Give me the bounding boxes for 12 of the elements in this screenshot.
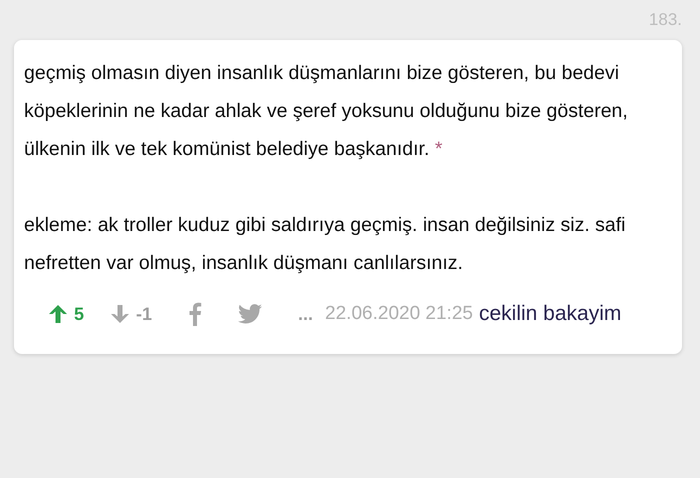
entry-date: 22.06.2020 21:25: [325, 303, 473, 325]
facebook-icon[interactable]: [188, 302, 202, 326]
author-link[interactable]: cekilin bakayim: [478, 302, 622, 326]
downvote-button[interactable]: -1: [110, 304, 152, 324]
reference-link[interactable]: *: [434, 138, 442, 160]
entry-paragraph: ekleme: ak troller kuduz gibi saldırıya geçmiş. insan değilsiniz siz. safi nefretten var olmuş, insanlık düşmanı canlılarsınız.: [24, 213, 627, 276]
entry-paragraph: geçmiş olmasın diyen insanlık düşmanlarını bize gösteren, bu bedevi köpeklerinin ne kadar ahlak ve şeref yoksunu olduğunu bize gösteren, ülkenin ilk ve tek komünist belediye başkanıdır. *: [24, 61, 629, 162]
upvote-button[interactable]: 5: [48, 304, 84, 324]
more-button[interactable]: ...: [298, 304, 314, 324]
up-arrow-icon: [48, 304, 68, 324]
twitter-icon[interactable]: [238, 304, 262, 324]
down-arrow-icon: [110, 304, 130, 324]
